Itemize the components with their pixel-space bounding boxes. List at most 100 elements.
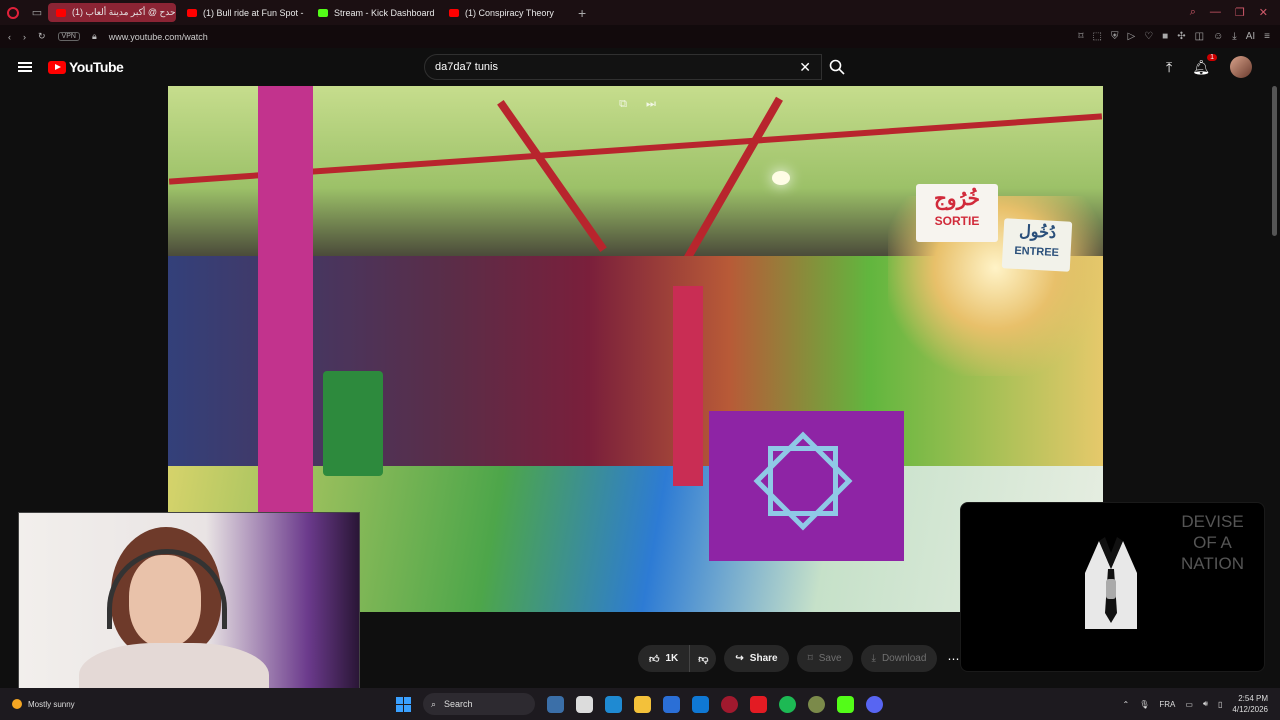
store-icon[interactable] (663, 695, 680, 713)
miniplayer-icon[interactable]: ⧉ (616, 98, 630, 112)
back-icon[interactable]: ‹ (8, 32, 11, 42)
youtube-play-icon (48, 60, 66, 74)
file-icon[interactable] (576, 695, 593, 713)
tab-label: (1) Bull ride at Fun Spot - (203, 7, 304, 18)
tab-label: (1) Conspiracy Theory (465, 7, 554, 18)
youtube-logo[interactable]: YouTube (48, 59, 124, 75)
share-icon: ↪ (735, 653, 744, 664)
like-button[interactable]: 👍︎ 1K (638, 645, 691, 672)
discord-icon[interactable] (866, 695, 883, 713)
minimize-icon[interactable]: — (1210, 6, 1221, 19)
search-button[interactable] (822, 54, 852, 80)
shield-icon[interactable]: ⛨ (1111, 31, 1119, 42)
forward-icon[interactable]: › (23, 32, 26, 42)
upload-icon[interactable]: ⤒ (1166, 59, 1172, 76)
search-input[interactable]: da7da7 tunis (435, 61, 799, 73)
snapshot-icon[interactable]: ⬚ (1093, 31, 1102, 42)
video-overlay-controls: ⧉ ⏭ (616, 98, 658, 112)
new-tab-button[interactable]: + (578, 5, 586, 21)
extension-icon[interactable]: ■ (1162, 31, 1168, 42)
thumbs-down-icon: 👎︎ (698, 653, 709, 665)
stream-overlay-panel: DEVISE OF A NATION (960, 502, 1265, 672)
notifications-bell-icon[interactable]: 🔔︎ 1 (1192, 53, 1217, 76)
search-box[interactable]: da7da7 tunis ✕ (424, 54, 822, 80)
clock-time: 2:54 PM (1238, 694, 1268, 703)
wallet-icon[interactable]: ◫ (1195, 31, 1204, 42)
volume-icon[interactable]: 🔊︎ (1203, 699, 1208, 709)
avatar[interactable] (1230, 56, 1252, 78)
clock[interactable]: 2:54 PM 4/12/2026 (1232, 693, 1268, 715)
youtube-icon (56, 8, 66, 17)
puzzle-icon[interactable]: ✣ (1177, 31, 1185, 42)
video-star-motif (768, 446, 838, 516)
search-tabs-icon[interactable]: ⌕ (1190, 6, 1196, 19)
kick-app-icon[interactable] (837, 695, 854, 713)
windows-taskbar: Mostly sunny ⌕ Search ⌃ 🎙︎ FRA ▭ 🔊︎ ▯ 2:… (0, 688, 1280, 720)
tab-3[interactable]: Stream - Kick Dashboard (310, 3, 438, 22)
file-explorer-icon[interactable] (634, 695, 651, 713)
tab-workspaces-icon[interactable]: ▭ (26, 6, 48, 19)
share-button[interactable]: ↪ Share (724, 645, 789, 672)
app-icon[interactable] (808, 695, 825, 713)
url-field[interactable]: www.youtube.com/watch (109, 32, 208, 42)
download-icon[interactable]: ⤓ (1232, 31, 1236, 42)
download-button[interactable]: ⤓ Download (860, 645, 938, 672)
spotify-icon[interactable] (779, 695, 796, 713)
tab-1[interactable]: (1) دحدح @ أكبر مدينة ألعاب (48, 3, 176, 22)
tab-4[interactable]: (1) Conspiracy Theory (441, 3, 569, 22)
download-arrow-icon: ⤓ (871, 653, 876, 664)
bookmark-add-icon: ⌑ (807, 653, 813, 664)
video-pillar (673, 286, 703, 486)
youtube-app-icon[interactable] (750, 695, 767, 713)
battery-icon[interactable]: ▯ (1218, 700, 1222, 709)
browser-menu-icon[interactable]: ≡ (1264, 31, 1270, 42)
sortie-latin: SORTIE (934, 214, 980, 228)
more-actions-icon[interactable]: ⋯ (947, 652, 959, 666)
bookmark-icon[interactable]: ⌑ (1078, 31, 1083, 42)
entree-sign: دُخُول ENTREE (1001, 218, 1073, 272)
tab-label: Stream - Kick Dashboard (334, 7, 435, 18)
weather-text: Mostly sunny (28, 699, 75, 709)
close-window-icon[interactable]: ✕ (1259, 6, 1268, 19)
maximize-icon[interactable]: ❐ (1235, 6, 1245, 19)
sortie-sign: خُرُوج SORTIE (916, 184, 998, 242)
weather-widget[interactable]: Mostly sunny (12, 699, 75, 709)
browser-tab-bar: ▭ (1) دحدح @ أكبر مدينة ألعاب (1) Bull r… (0, 0, 1280, 25)
reload-icon[interactable]: ↻ (38, 31, 46, 42)
channel-title-line: DEVISE (1181, 512, 1244, 531)
page-scrollbar[interactable] (1272, 86, 1277, 236)
opera-icon[interactable] (721, 695, 738, 713)
menu-icon[interactable] (18, 62, 32, 72)
youtube-icon (187, 8, 197, 17)
tray-chevron-icon[interactable]: ⌃ (1123, 700, 1130, 709)
search-icon (829, 59, 845, 75)
microphone-icon[interactable]: 🎙︎ (1139, 700, 1149, 709)
language-indicator[interactable]: FRA (1159, 700, 1175, 709)
dislike-button[interactable]: 👎︎ (690, 645, 717, 672)
tab-2[interactable]: (1) Bull ride at Fun Spot - (179, 3, 307, 22)
widgets-icon[interactable] (547, 695, 564, 713)
download-label: Download (881, 653, 927, 664)
next-video-icon[interactable]: ⏭ (644, 98, 658, 112)
windows-start-icon[interactable] (396, 696, 411, 712)
search-icon: ⌕ (431, 698, 437, 709)
outlook-icon[interactable] (692, 695, 709, 713)
ai-button[interactable]: AI (1246, 31, 1255, 42)
edge-icon[interactable] (605, 695, 622, 713)
taskbar-search[interactable]: ⌕ Search (423, 693, 535, 715)
play-icon[interactable]: ▷ (1128, 31, 1136, 42)
video-actions: 👍︎ 1K 👎︎ ↪ Share ⌑ Save ⤓ Download ⋯ (638, 645, 959, 672)
vpn-badge[interactable]: VPN (57, 32, 80, 41)
kick-icon (318, 8, 328, 17)
opera-menu-icon[interactable] (0, 6, 26, 19)
profile-icon[interactable]: ☺ (1213, 31, 1223, 42)
video-lamp (772, 171, 790, 185)
save-button[interactable]: ⌑ Save (796, 645, 853, 672)
clear-search-icon[interactable]: ✕ (799, 59, 811, 76)
lock-icon: 🔒︎ (91, 31, 97, 41)
display-icon[interactable]: ▭ (1185, 700, 1193, 709)
taskbar-apps: ⌕ Search (396, 693, 883, 715)
heart-icon[interactable]: ♡ (1144, 31, 1153, 42)
share-label: Share (749, 653, 778, 664)
channel-title: DEVISE OF A NATION (1181, 511, 1244, 574)
